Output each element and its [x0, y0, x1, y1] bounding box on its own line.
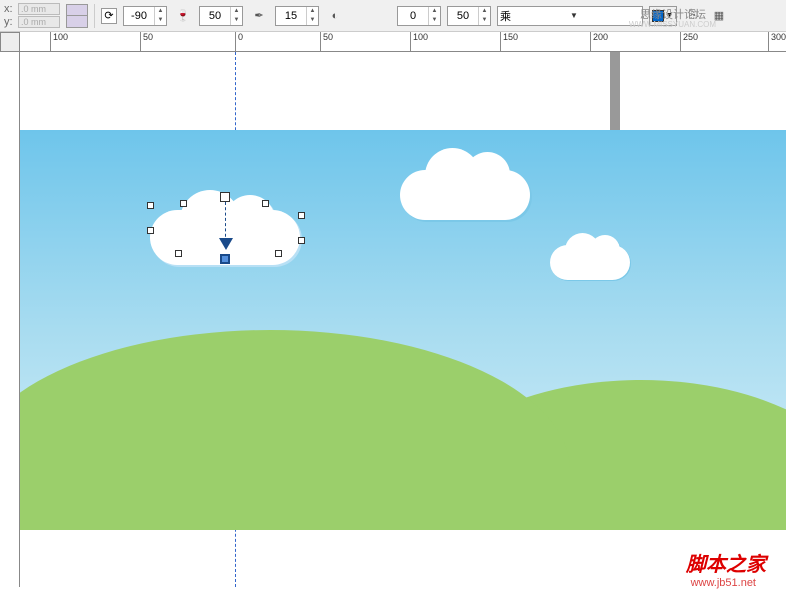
selection-handle[interactable] [147, 202, 154, 209]
lock-ratio-button[interactable] [66, 4, 88, 28]
gradient-vector[interactable] [225, 202, 226, 242]
feather-spinner[interactable]: ▲▼ [275, 6, 319, 26]
blend-mode-dropdown[interactable]: 乘 ▼ [497, 6, 643, 26]
cloud-shape [400, 170, 530, 220]
ruler-tick: 300 [768, 32, 786, 52]
param-b-input[interactable] [448, 7, 478, 25]
ruler-tick: 100 [410, 32, 428, 52]
ruler-tick: 150 [500, 32, 518, 52]
angle-spinner[interactable]: ▲▼ [123, 6, 167, 26]
page-edge-marker [610, 52, 620, 130]
y-label: y: [4, 16, 16, 28]
gradient-end-node[interactable] [220, 254, 230, 264]
ruler-origin[interactable] [0, 32, 20, 52]
vertical-ruler[interactable] [0, 52, 20, 587]
watermark-text: 脚本之家 [686, 548, 766, 577]
separator [94, 4, 95, 28]
opacity1-spinner[interactable]: ▲▼ [199, 6, 243, 26]
artwork [20, 130, 786, 530]
canvas[interactable] [20, 52, 786, 587]
coordinate-inputs: x: y: [4, 3, 60, 28]
contrast-icon: ◐ [325, 6, 345, 26]
x-input[interactable] [18, 3, 60, 15]
cloud-shape [550, 245, 630, 280]
y-input[interactable] [18, 16, 60, 28]
selection-handle[interactable] [147, 227, 154, 234]
gradient-arrow-icon [219, 238, 233, 250]
ruler-tick: 0 [235, 32, 243, 52]
param-a-input[interactable] [398, 7, 428, 25]
feather-icon: ✒ [249, 6, 269, 26]
selection-handle[interactable] [298, 212, 305, 219]
ruler-tick: 100 [50, 32, 68, 52]
selection-handle[interactable] [262, 200, 269, 207]
gradient-start-node[interactable] [220, 192, 230, 202]
rotation-icon: ⟳ [101, 8, 117, 24]
angle-input[interactable] [124, 7, 154, 25]
selection-handle[interactable] [175, 250, 182, 257]
x-label: x: [4, 3, 16, 15]
forum-url: WWW.MISSYUAN.COM [629, 20, 716, 29]
feather-input[interactable] [276, 7, 306, 25]
ruler-tick: 250 [680, 32, 698, 52]
watermark-url: www.jb51.net [691, 577, 756, 589]
param-b-spinner[interactable]: ▲▼ [447, 6, 491, 26]
opacity1-input[interactable] [200, 7, 230, 25]
ruler-tick: 50 [140, 32, 153, 52]
selection-handle[interactable] [298, 237, 305, 244]
chevron-down-icon: ▼ [570, 11, 640, 20]
horizontal-ruler[interactable]: 100 50 0 50 100 150 200 250 300 [20, 32, 786, 52]
param-a-spinner[interactable]: ▲▼ [397, 6, 441, 26]
selection-handle[interactable] [275, 250, 282, 257]
ruler-tick: 50 [320, 32, 333, 52]
transparency-icon: 🍷 [173, 6, 193, 26]
ruler-tick: 200 [590, 32, 608, 52]
blend-mode-value: 乘 [500, 8, 570, 24]
selection-handle[interactable] [180, 200, 187, 207]
